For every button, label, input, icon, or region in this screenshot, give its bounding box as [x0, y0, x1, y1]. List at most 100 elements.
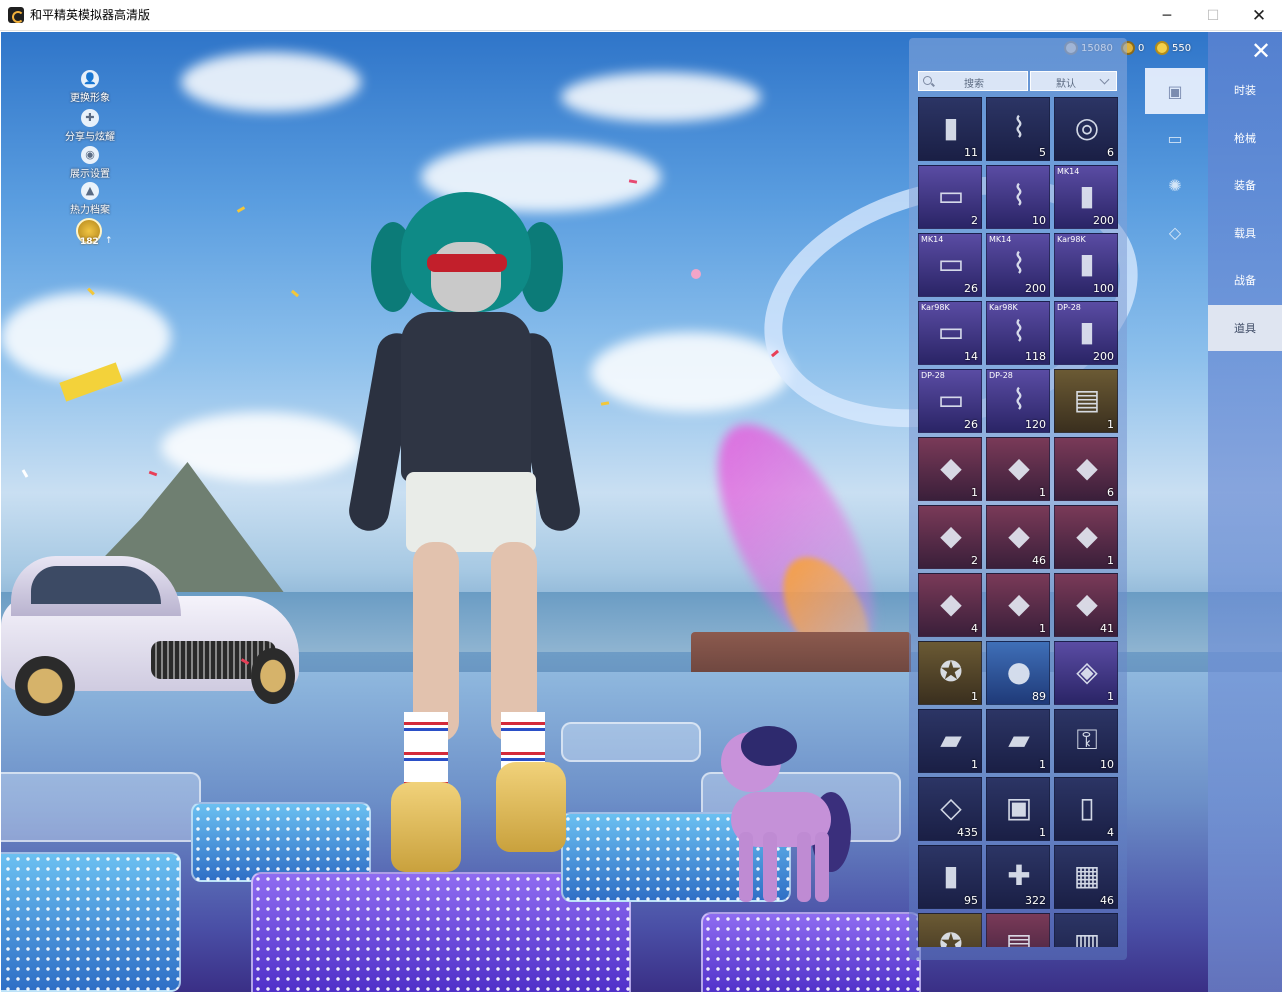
- currency-star[interactable]: 550: [1155, 41, 1191, 55]
- close-panel-button[interactable]: ✕: [1244, 36, 1278, 66]
- inventory-item[interactable]: ▤: [986, 913, 1050, 947]
- inventory-item[interactable]: ▮ Kar98K 100: [1054, 233, 1118, 297]
- inventory-item[interactable]: ◆ 6: [1054, 437, 1118, 501]
- sub-tab-cards[interactable]: ▣: [1145, 68, 1205, 114]
- inventory-item[interactable]: ◆ 1: [1054, 505, 1118, 569]
- inventory-item[interactable]: ▭ MK14 26: [918, 233, 982, 297]
- display-settings-button[interactable]: ◉ 展示设置: [62, 146, 118, 180]
- inventory-item[interactable]: ◆ 1: [918, 437, 982, 501]
- pony-leg: [797, 832, 811, 902]
- item-weapon-tag: Kar98K: [1057, 235, 1086, 244]
- inventory-item[interactable]: ▣ 1: [986, 777, 1050, 841]
- inventory-item[interactable]: ▰ 1: [918, 709, 982, 773]
- inventory-item[interactable]: ▦ 46: [1054, 845, 1118, 909]
- inventory-item[interactable]: ▭ DP-28 26: [918, 369, 982, 433]
- item-count: 95: [964, 894, 978, 907]
- item-count: 200: [1093, 214, 1114, 227]
- sort-selected-value: 默认: [1056, 79, 1076, 90]
- inventory-item[interactable]: ▥: [1054, 913, 1118, 947]
- inventory-item[interactable]: ◆ 46: [986, 505, 1050, 569]
- inventory-item[interactable]: ⌇ 5: [986, 97, 1050, 161]
- inventory-item[interactable]: ⌇ 10: [986, 165, 1050, 229]
- pet-pony[interactable]: [701, 726, 861, 912]
- item-count: 6: [1107, 486, 1114, 499]
- inventory-item[interactable]: ⌇ MK14 200: [986, 233, 1050, 297]
- item-count: 120: [1025, 418, 1046, 431]
- sub-tab-case[interactable]: ▭: [1145, 115, 1205, 161]
- car: [1, 556, 301, 716]
- inventory-item[interactable]: ◎ 6: [1054, 97, 1118, 161]
- inventory-item[interactable]: ▭ Kar98K 14: [918, 301, 982, 365]
- inventory-item[interactable]: ▯ 4: [1054, 777, 1118, 841]
- item-count: 46: [1032, 554, 1046, 567]
- inventory-item[interactable]: ⌇ DP-28 120: [986, 369, 1050, 433]
- floor-tile: [1, 852, 181, 992]
- category-tab[interactable]: 时装: [1208, 67, 1282, 113]
- item-icon: ▮: [1079, 247, 1095, 280]
- item-weapon-tag: Kar98K: [989, 303, 1018, 312]
- sub-tab-firework[interactable]: ✺: [1145, 162, 1205, 208]
- inventory-item[interactable]: ◆ 4: [918, 573, 982, 637]
- category-tab[interactable]: 战备: [1208, 257, 1282, 303]
- inventory-item[interactable]: ◆ 1: [986, 573, 1050, 637]
- item-icon: ◇: [940, 791, 962, 824]
- confetti: [148, 470, 158, 477]
- inventory-item[interactable]: ▰ 1: [986, 709, 1050, 773]
- inventory-item[interactable]: ▮ MK14 200: [1054, 165, 1118, 229]
- search-input[interactable]: 搜索: [918, 71, 1028, 91]
- item-icon: ✪: [939, 655, 963, 688]
- maximize-button[interactable]: ☐: [1190, 0, 1236, 31]
- item-count: 1: [971, 690, 978, 703]
- change-appearance-button[interactable]: 👤 更换形象: [62, 70, 118, 104]
- sort-dropdown[interactable]: 默认: [1030, 71, 1117, 91]
- category-tab[interactable]: 道具: [1208, 305, 1282, 351]
- item-count: 1: [1039, 622, 1046, 635]
- confetti: [21, 469, 29, 478]
- item-count: 1: [971, 758, 978, 771]
- inventory-item[interactable]: ▮ 95: [918, 845, 982, 909]
- category-tab[interactable]: 装备: [1208, 162, 1282, 208]
- player-character[interactable]: [331, 192, 591, 912]
- inventory-item[interactable]: ◆ 41: [1054, 573, 1118, 637]
- item-count: 1: [1039, 486, 1046, 499]
- item-count: 1: [1107, 554, 1114, 567]
- inventory-item[interactable]: ✪ 1: [918, 641, 982, 705]
- item-count: 1: [1107, 690, 1114, 703]
- close-window-button[interactable]: ✕: [1236, 0, 1282, 31]
- share-button[interactable]: ✚ 分享与炫耀: [62, 109, 118, 143]
- item-icon: ◆: [940, 519, 962, 552]
- person-icon: 👤: [81, 70, 99, 88]
- inventory-item[interactable]: ▮ 11: [918, 97, 982, 161]
- inventory-item[interactable]: ◈ 1: [1054, 641, 1118, 705]
- confetti: [691, 269, 701, 279]
- inventory-item[interactable]: ▤ 1: [1054, 369, 1118, 433]
- inventory-item[interactable]: ● 89: [986, 641, 1050, 705]
- inventory-item[interactable]: ⚿ 10: [1054, 709, 1118, 773]
- item-count: 435: [957, 826, 978, 839]
- item-icon: ⌇: [1012, 383, 1026, 416]
- inventory-item[interactable]: ◆ 2: [918, 505, 982, 569]
- currency-value: 550: [1172, 42, 1192, 54]
- item-icon: ▭: [937, 383, 965, 416]
- inventory-item[interactable]: ✪: [918, 913, 982, 947]
- floor-tile: [701, 912, 921, 992]
- inventory-item[interactable]: ⌇ Kar98K 118: [986, 301, 1050, 365]
- item-icon: ◆: [940, 587, 962, 620]
- item-count: 4: [1107, 826, 1114, 839]
- category-tab[interactable]: 枪械: [1208, 115, 1282, 161]
- inventory-item[interactable]: ◇ 435: [918, 777, 982, 841]
- menu-label: 热力档案: [70, 205, 110, 216]
- item-icon: ◆: [1076, 519, 1098, 552]
- item-count: 5: [1039, 146, 1046, 159]
- sub-tab-ticket[interactable]: ◇: [1145, 209, 1205, 255]
- confetti: [600, 401, 610, 406]
- category-tab[interactable]: 载具: [1208, 210, 1282, 256]
- flame-icon: ▲: [81, 182, 99, 200]
- inventory-item[interactable]: ▮ DP-28 200: [1054, 301, 1118, 365]
- heat-profile-button[interactable]: ▲ 热力档案: [62, 182, 118, 216]
- inventory-item[interactable]: ▭ 2: [918, 165, 982, 229]
- inventory-item[interactable]: ✚ 322: [986, 845, 1050, 909]
- inventory-item[interactable]: ◆ 1: [986, 437, 1050, 501]
- minimize-button[interactable]: ─: [1144, 0, 1190, 31]
- item-weapon-tag: MK14: [921, 235, 944, 244]
